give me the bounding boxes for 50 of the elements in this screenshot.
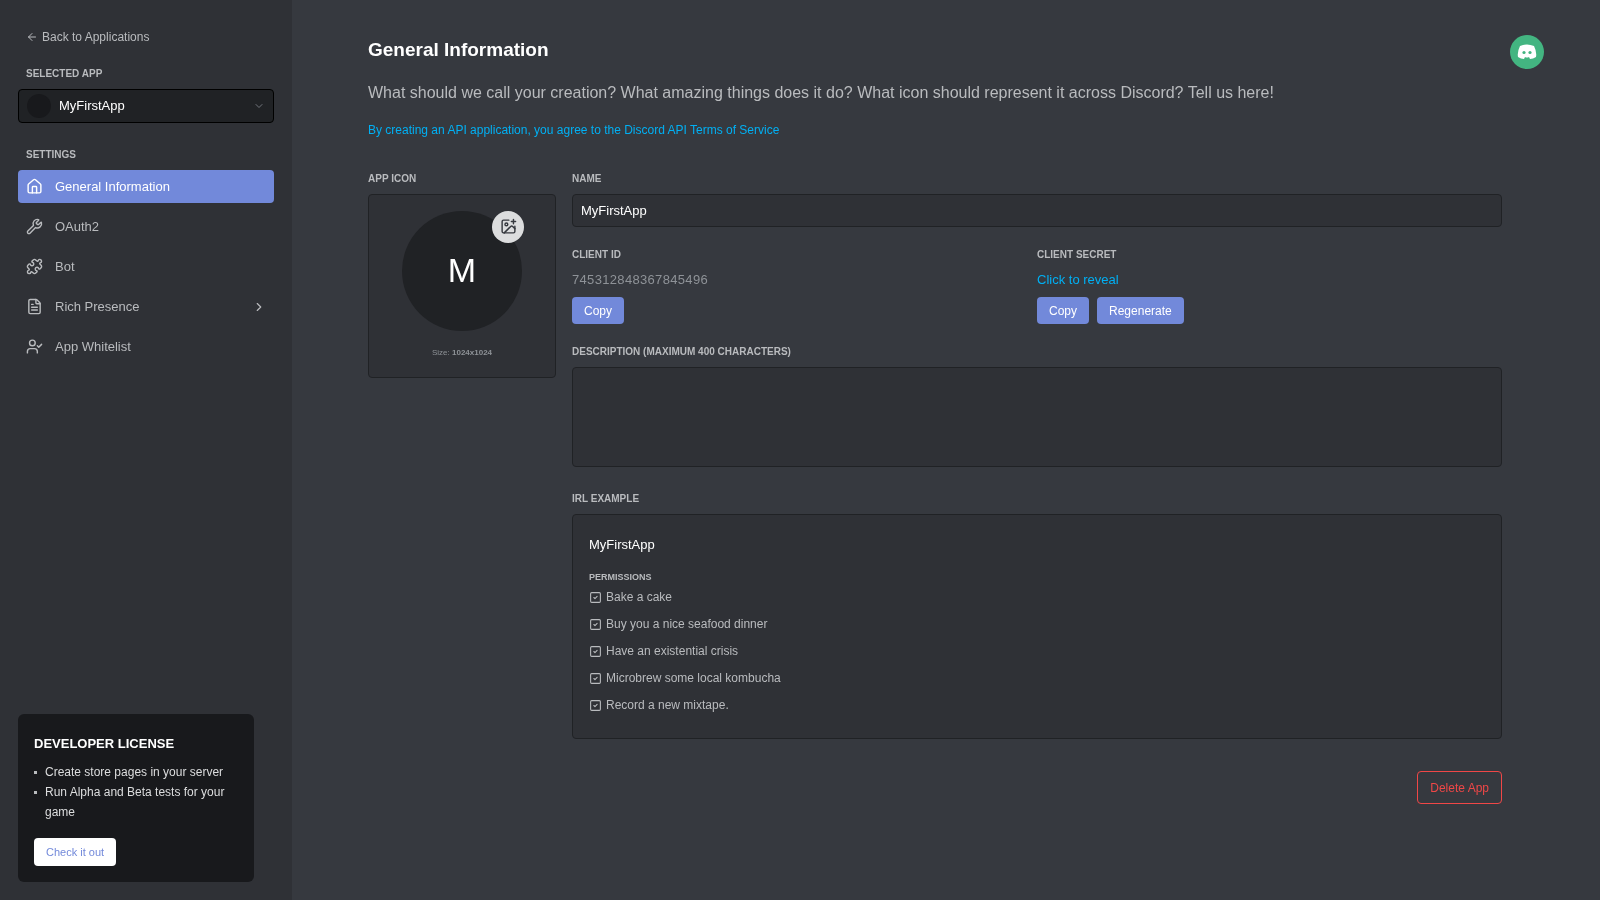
page-subtitle: What should we call your creation? What amazing things does it do? What icon should represent it across Discord? Tell us here! (368, 82, 1275, 103)
document-icon (26, 298, 43, 315)
card-title: DEVELOPER LICENSE (34, 735, 176, 753)
permission-label: Microbrew some local kombucha (606, 670, 781, 687)
nav-label: App Whitelist (55, 337, 132, 356)
back-arrow-icon (26, 31, 38, 43)
field-label: NAME (572, 171, 603, 186)
permission-label: Have an existential crisis (606, 643, 739, 660)
home-icon (26, 178, 43, 195)
description-input[interactable] (572, 367, 1502, 467)
permission-label: Record a new mixtape. (606, 697, 729, 714)
section-label: SETTINGS (26, 148, 77, 162)
app-icon-avatar[interactable]: M (402, 210, 522, 331)
app-select-value: MyFirstApp (59, 97, 126, 116)
page-title: General Information (368, 38, 549, 62)
nav-label: General Information (55, 177, 171, 196)
terms-link[interactable]: By creating an API application, you agree to the Discord API Terms of Service (368, 120, 1502, 139)
permissions-label: PERMISSIONS (589, 570, 653, 584)
check-it-out-button[interactable]: Check it out (34, 837, 117, 866)
bullet-icon (34, 770, 37, 774)
field-label: DESCRIPTION (MAXIMUM 400 CHARACTERS) (572, 345, 792, 359)
nav-item[interactable]: App Whitelist (18, 330, 274, 363)
add-image-icon[interactable] (492, 210, 524, 243)
back-link[interactable]: Back to Applications (26, 28, 274, 46)
puzzle-icon (26, 258, 43, 275)
field-label: APP ICON (368, 171, 418, 186)
nav-label: Rich Presence (55, 297, 141, 316)
icon-size-text: Size: 1024x1024 (431, 346, 493, 359)
person-icon (26, 338, 43, 355)
permission-label: Buy you a nice seafood dinner (606, 616, 768, 633)
bullet-text: Create store pages in your server (45, 763, 224, 781)
app-select[interactable]: MyFirstApp (18, 89, 274, 123)
nav-item[interactable]: Rich Presence (18, 290, 274, 323)
discord-logo-icon[interactable] (1510, 35, 1544, 69)
wrench-icon (26, 218, 43, 235)
field-label: IRL EXAMPLE (572, 492, 641, 506)
bullet-icon (34, 790, 37, 794)
nav-label: Bot (55, 257, 76, 276)
example-app-name: MyFirstApp (589, 536, 656, 554)
field-label: CLIENT ID (572, 247, 622, 262)
client-id-value: 745312848367845496 (572, 270, 709, 289)
nav-item[interactable]: Bot (18, 250, 274, 283)
nav-item[interactable]: OAuth2 (18, 210, 274, 243)
nav-label: OAuth2 (55, 217, 101, 236)
reveal-link[interactable]: Click to reveal (1037, 269, 1502, 289)
permission-label: Bake a cake (606, 589, 673, 606)
field-label: CLIENT SECRET (1037, 247, 1118, 262)
name-input[interactable]: MyFirstApp (572, 193, 1502, 227)
section-label: SELECTED APP (26, 67, 104, 81)
bullet-text: Run Alpha and Beta tests for your game (45, 783, 226, 821)
